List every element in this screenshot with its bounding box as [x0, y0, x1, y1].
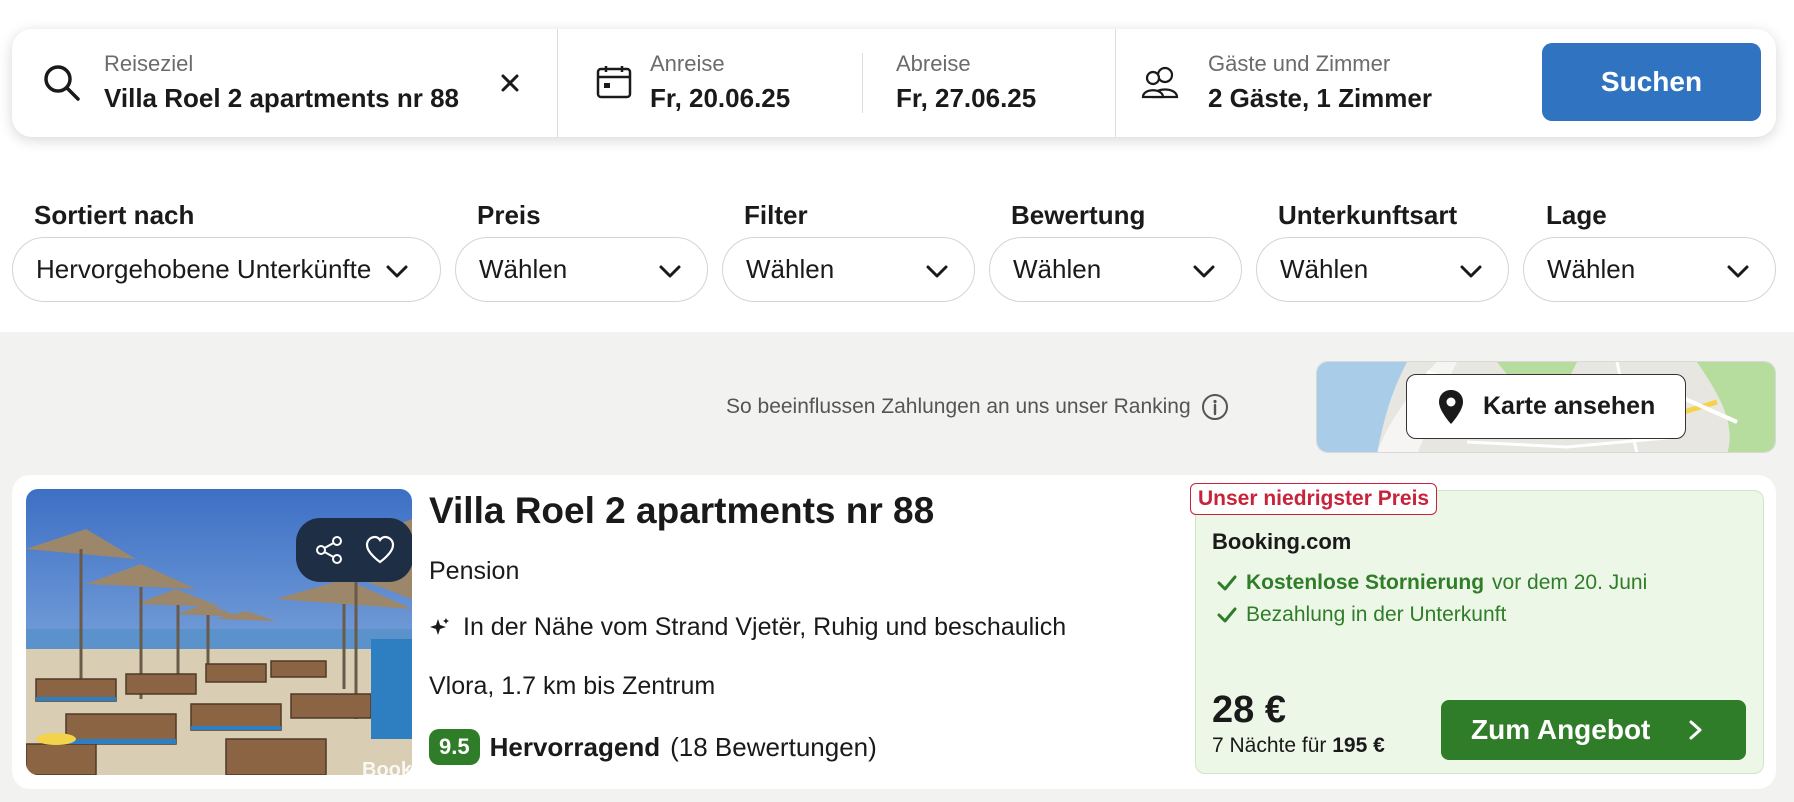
chevron-down-icon: [1193, 265, 1215, 278]
review-count: (18 Bewertungen): [670, 731, 877, 762]
rating-select[interactable]: Wählen: [989, 237, 1242, 302]
checkin-field[interactable]: Anreise Fr, 20.06.25: [558, 29, 874, 137]
filter-select[interactable]: Wählen: [722, 237, 975, 302]
filter-select-value: Wählen: [746, 254, 835, 284]
guests-label: Gäste und Zimmer: [1208, 51, 1391, 76]
rating-score: 9.5: [429, 729, 480, 765]
offer-provider: Booking.com: [1212, 529, 1352, 554]
chevron-down-icon: [386, 265, 408, 278]
destination-field[interactable]: Reiseziel Villa Roel 2 apartments nr 88: [12, 29, 557, 137]
filter-label-property-type: Unterkunftsart: [1278, 200, 1458, 230]
perk-free-cancellation: Kostenlose Stornierung vor dem 20. Juni: [1216, 571, 1647, 595]
hotel-photo[interactable]: Bookin: [26, 489, 412, 775]
checkout-value: Fr, 27.06.25: [896, 83, 1037, 113]
sort-select[interactable]: Hervorgehobene Unterkünfte: [12, 237, 441, 302]
price-select-value: Wählen: [479, 254, 568, 284]
highlights-text: In der Nähe vom Strand Vjetër, Ruhig und…: [463, 613, 1067, 641]
chevron-down-icon: [926, 265, 948, 278]
sort-select-value: Hervorgehobene Unterkünfte: [36, 254, 372, 284]
ranking-note[interactable]: So beeinflussen Zahlungen an uns unser R…: [726, 393, 1229, 421]
guests-icon: [1141, 66, 1179, 99]
filter-label-price: Preis: [477, 200, 541, 230]
chevron-right-icon: [1689, 720, 1702, 740]
search-button[interactable]: Suchen: [1542, 43, 1761, 121]
perk-pay-at-property: Bezahlung in der Unterkunft: [1216, 603, 1506, 627]
filter-label-sort: Sortiert nach: [34, 200, 195, 230]
view-map-label: Karte ansehen: [1483, 392, 1656, 420]
perk-free-cancellation-rest: vor dem 20. Juni: [1492, 571, 1648, 594]
guests-value: 2 Gäste, 1 Zimmer: [1208, 83, 1432, 113]
info-icon: [1201, 394, 1228, 420]
calendar-icon: [596, 66, 632, 99]
check-icon: [1217, 575, 1237, 591]
price-select[interactable]: Wählen: [455, 237, 708, 302]
guests-field[interactable]: Gäste und Zimmer 2 Gäste, 1 Zimmer: [1116, 29, 1526, 137]
photo-watermark: Bookin: [362, 759, 412, 775]
perk-pay-at-property-text: Bezahlung in der Unterkunft: [1246, 603, 1507, 626]
lowest-price-badge: Unser niedrigster Preis: [1190, 483, 1438, 515]
filter-label-location: Lage: [1546, 200, 1607, 230]
nightly-price: 28 €: [1212, 689, 1286, 731]
rating-select-value: Wählen: [1013, 254, 1102, 284]
view-deal-button[interactable]: Zum Angebot: [1441, 700, 1746, 760]
check-icon: [1217, 607, 1237, 623]
property-type: Pension: [429, 557, 520, 585]
total-price-prefix: 7 Nächte für: [1212, 734, 1327, 757]
highlights: In der Nähe vom Strand Vjetër, Ruhig und…: [429, 613, 1066, 642]
property-type-select[interactable]: Wählen: [1256, 237, 1509, 302]
search-bar: Reiseziel Villa Roel 2 apartments nr 88 …: [12, 29, 1776, 137]
checkin-value: Fr, 20.06.25: [650, 83, 791, 113]
share-icon[interactable]: [313, 534, 345, 566]
sparkle-icon: [430, 617, 449, 635]
filter-label-rating: Bewertung: [1011, 200, 1146, 230]
clear-icon[interactable]: [500, 73, 520, 93]
rating[interactable]: 9.5 Hervorragend (18 Bewertungen): [429, 729, 877, 765]
perk-free-cancellation-bold: Kostenlose Stornierung: [1246, 571, 1485, 594]
checkin-label: Anreise: [650, 51, 725, 76]
hotel-title[interactable]: Villa Roel 2 apartments nr 88: [429, 490, 934, 532]
destination-label: Reiseziel: [104, 51, 194, 76]
map-pin-icon: [1439, 390, 1463, 424]
location-info: Vlora, 1.7 km bis Zentrum: [429, 672, 716, 700]
chevron-down-icon: [1460, 265, 1482, 278]
chevron-down-icon: [659, 265, 681, 278]
view-map-button[interactable]: Karte ansehen: [1406, 374, 1686, 439]
property-type-select-value: Wählen: [1280, 254, 1369, 284]
checkout-label: Abreise: [896, 51, 971, 76]
location-select-value: Wählen: [1547, 254, 1636, 284]
chevron-down-icon: [1727, 265, 1749, 278]
photo-actions: [296, 518, 412, 582]
location-select[interactable]: Wählen: [1523, 237, 1776, 302]
total-price: 7 Nächte für 195 €: [1212, 734, 1385, 758]
filter-label-filter: Filter: [744, 200, 808, 230]
heart-icon[interactable]: [364, 534, 396, 566]
rating-word: Hervorragend: [489, 731, 661, 762]
search-icon: [44, 65, 80, 101]
view-deal-label: Zum Angebot: [1471, 714, 1651, 745]
ranking-note-text: So beeinflussen Zahlungen an uns unser R…: [726, 395, 1191, 418]
destination-value: Villa Roel 2 apartments nr 88: [104, 83, 459, 113]
checkout-field[interactable]: Abreise Fr, 27.06.25: [863, 29, 1127, 137]
total-price-value: 195 €: [1332, 734, 1385, 757]
